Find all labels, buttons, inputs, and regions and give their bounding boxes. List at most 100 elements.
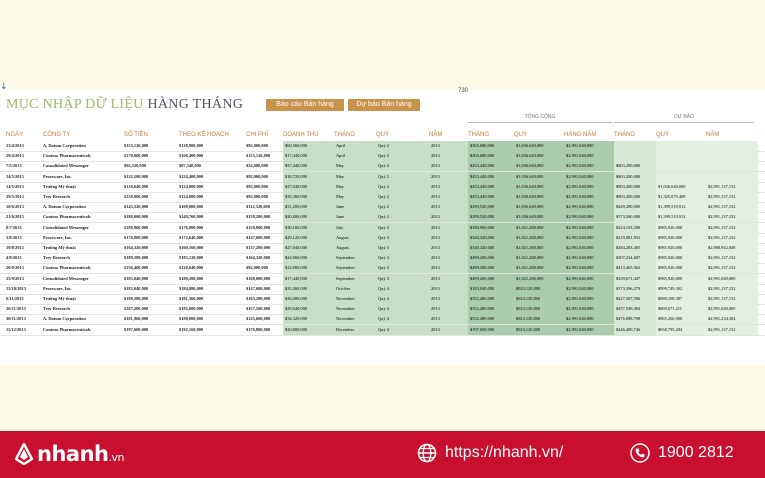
- website-link[interactable]: https://nhanh.vn/: [417, 443, 563, 463]
- table-row[interactable]: 21/6/2013 Contoso Pharmaceuticals $180,000…: [0, 212, 765, 223]
- cell-company[interactable]: Proseware, Inc.: [43, 172, 121, 182]
- cell-planned[interactable]: $184,080,000: [179, 284, 243, 294]
- cell-total-month[interactable]: $299,520,000: [468, 202, 516, 213]
- cell-month[interactable]: August: [334, 232, 378, 243]
- cell-planned[interactable]: $191,360,000: [179, 294, 243, 304]
- cell-planned[interactable]: $120,640,000: [179, 263, 243, 273]
- cell-total-month[interactable]: $183,040,000: [468, 283, 516, 294]
- cell-month[interactable]: June: [334, 202, 378, 213]
- cell-cost[interactable]: $164,320,000: [246, 253, 282, 263]
- cell-revenue[interactable]: $31,200,000: [283, 202, 335, 213]
- cell-forecast-month[interactable]: $373,396,279: [614, 283, 658, 294]
- cell-amount[interactable]: $156,400,000: [124, 263, 176, 273]
- cell-date[interactable]: 29/5/2013: [6, 192, 42, 202]
- cell-total-annual[interactable]: $2,991,040,000: [564, 232, 616, 243]
- header-planned[interactable]: THEO KẾ HOẠCH: [179, 130, 229, 140]
- cell-total-month[interactable]: $303,680,000: [468, 151, 516, 162]
- header-cost[interactable]: CHI PHÍ: [246, 130, 268, 140]
- cell-planned[interactable]: $176,800,000: [179, 223, 243, 233]
- cell-forecast-month[interactable]: $224,153,588: [614, 222, 658, 233]
- cell-forecast-month[interactable]: $219,081,931: [614, 232, 658, 243]
- cell-company[interactable]: Contoso Pharmaceuticals: [43, 263, 121, 273]
- cell-month[interactable]: November: [334, 304, 378, 315]
- cell-cost[interactable]: $158,200,000: [246, 212, 282, 222]
- table-row[interactable]: 7/5/2013 Consolidated Messenger $92,520,00…: [0, 161, 765, 172]
- cell-total-month[interactable]: $340,320,000: [468, 243, 516, 253]
- cell-amount[interactable]: $153,120,000: [124, 141, 176, 151]
- cell-company[interactable]: Trey Research: [43, 304, 121, 314]
- cell-total-annual[interactable]: $2,991,040,000: [564, 171, 616, 182]
- cell-quarter[interactable]: Quý 3: [376, 253, 430, 264]
- cell-forecast-month[interactable]: $413,465,562: [614, 263, 658, 274]
- phone-link[interactable]: 1900 2812: [630, 443, 734, 463]
- cell-quarter[interactable]: Quý 2: [376, 161, 430, 172]
- cell-total-annual[interactable]: $2,991,040,000: [564, 141, 616, 151]
- cell-revenue[interactable]: $34,320,000: [283, 314, 335, 325]
- cell-planned[interactable]: $166,400,000: [179, 151, 243, 161]
- sales-report-button[interactable]: Báo cáo Bán hàng: [266, 99, 344, 111]
- cell-total-month[interactable]: $552,480,000: [468, 304, 516, 315]
- cell-amount[interactable]: $187,200,000: [124, 304, 176, 314]
- cell-forecast-quarter[interactable]: [656, 171, 708, 182]
- cell-total-annual[interactable]: $2,991,040,000: [564, 304, 616, 315]
- cell-total-annual[interactable]: $2,991,040,000: [564, 222, 616, 233]
- table-row[interactable]: 4/9/2013 Trey Research $189,280,000 $183,12…: [0, 253, 765, 264]
- cell-cost[interactable]: $176,800,000: [246, 325, 282, 335]
- cell-revenue[interactable]: $35,360,000: [283, 192, 335, 202]
- cell-total-annual[interactable]: $2,991,040,000: [564, 192, 616, 202]
- cell-forecast-month[interactable]: $439,671,447: [614, 273, 658, 284]
- cell-company[interactable]: A. Datum Corporation: [43, 202, 121, 212]
- cell-forecast-year[interactable]: [706, 161, 758, 172]
- cell-total-quarter[interactable]: $1,021,280,000: [514, 253, 566, 264]
- cell-planned[interactable]: $192,160,000: [179, 325, 243, 335]
- cell-cost[interactable]: $168,000,000: [246, 274, 282, 284]
- cell-total-month[interactable]: $499,200,000: [468, 263, 516, 274]
- cell-forecast-year[interactable]: [706, 171, 758, 182]
- cell-amount[interactable]: $164,320,000: [124, 243, 176, 253]
- cell-total-annual[interactable]: $2,991,040,000: [564, 283, 616, 294]
- cell-date[interactable]: 29/4/2013: [6, 151, 42, 161]
- cell-total-quarter[interactable]: $1,021,280,000: [514, 243, 566, 253]
- cell-total-annual[interactable]: $2,991,040,000: [564, 161, 616, 172]
- cell-cost[interactable]: $153,126,000: [246, 151, 282, 161]
- cell-forecast-year[interactable]: $2,991,137,152: [706, 253, 758, 264]
- cell-forecast-month[interactable]: $803,200,000: [614, 171, 658, 182]
- cell-total-annual[interactable]: $2,991,040,000: [564, 273, 616, 284]
- cell-forecast-month[interactable]: $427,567,506: [614, 294, 658, 304]
- cell-cost[interactable]: $147,680,000: [246, 284, 282, 294]
- cell-quarter[interactable]: Quý 2: [376, 171, 430, 182]
- cell-forecast-month[interactable]: $426,489,746: [614, 324, 658, 335]
- cell-total-month[interactable]: $552,480,000: [468, 314, 516, 325]
- cell-total-annual[interactable]: $2,991,040,000: [564, 181, 616, 192]
- cell-revenue[interactable]: $26,000,000: [283, 294, 335, 304]
- cell-date[interactable]: 20/9/2013: [6, 263, 42, 273]
- cell-year[interactable]: 2013: [429, 232, 469, 243]
- cell-forecast-quarter[interactable]: $985,920,000: [656, 243, 708, 253]
- cell-planned[interactable]: $124,400,000: [179, 172, 243, 182]
- table-row[interactable]: 30/11/2013 A. Datum Corporation $181,960,0…: [0, 314, 765, 325]
- cell-planned[interactable]: $149,760,000: [179, 212, 243, 222]
- cell-planned[interactable]: $172,640,000: [179, 233, 243, 243]
- table-row[interactable]: 6/11/2013 Trường Mỹ thuật $189,280,000 $191…: [0, 294, 765, 304]
- cell-total-quarter[interactable]: $1,036,640,000: [514, 192, 566, 202]
- cell-forecast-month[interactable]: $284,283,405: [614, 243, 658, 253]
- cell-total-quarter[interactable]: $1,036,640,000: [514, 161, 566, 172]
- cell-company[interactable]: Contoso Pharmaceuticals: [43, 325, 121, 335]
- cell-total-quarter[interactable]: $1,021,280,000: [514, 222, 566, 233]
- cell-forecast-month[interactable]: $449,280,000: [614, 202, 658, 213]
- cell-quarter[interactable]: Quý 2: [376, 212, 430, 223]
- table-row[interactable]: 29/5/2013 Trey Research $128,960,000 $124,0…: [0, 192, 765, 202]
- cell-amount[interactable]: $189,280,000: [124, 294, 176, 304]
- cell-forecast-month[interactable]: $457,549,494: [614, 304, 658, 315]
- cell-forecast-year[interactable]: $2,991,137,152: [706, 192, 758, 202]
- header-forecast-month[interactable]: THÁNG: [614, 130, 635, 140]
- cell-quarter[interactable]: Quý 3: [376, 263, 430, 274]
- cell-total-month[interactable]: $453,440,000: [468, 192, 516, 202]
- cell-revenue[interactable]: $27,040,000: [283, 181, 335, 192]
- cell-total-annual[interactable]: $2,991,040,000: [564, 263, 616, 274]
- table-row[interactable]: 14/5/2013 Trường Mỹ thuật $120,640,000 $124…: [0, 181, 765, 192]
- cell-date[interactable]: 15/10/2013: [6, 284, 42, 294]
- cell-total-quarter[interactable]: $1,021,280,000: [514, 232, 566, 243]
- cell-forecast-quarter[interactable]: [656, 161, 708, 172]
- cell-cost[interactable]: $147,680,000: [246, 233, 282, 243]
